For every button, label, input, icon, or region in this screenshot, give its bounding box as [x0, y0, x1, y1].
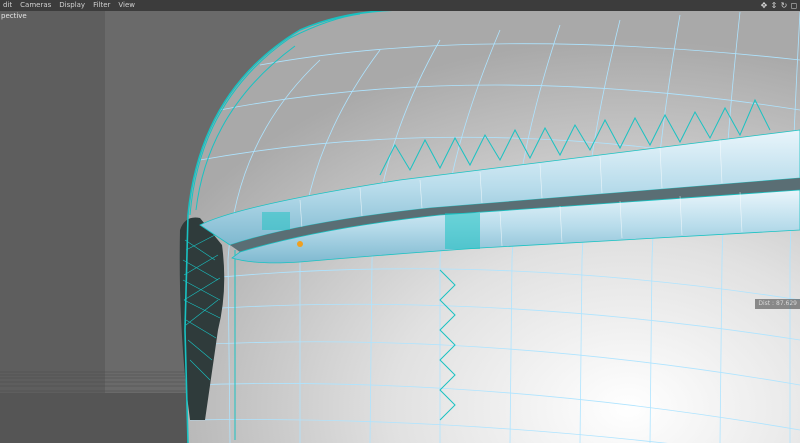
viewport-menubar: dit Cameras Display Filter View ✥ ⇕ ↻ ◻: [0, 0, 800, 11]
maximize-icon[interactable]: ◻: [790, 0, 798, 11]
menu-edit[interactable]: dit: [0, 0, 17, 11]
rotate-icon[interactable]: ↻: [780, 0, 788, 11]
menu-view[interactable]: View: [115, 0, 140, 11]
distance-label: Dist :: [758, 300, 775, 307]
3d-viewport[interactable]: dit Cameras Display Filter View ✥ ⇕ ↻ ◻ …: [0, 0, 800, 443]
menu-display[interactable]: Display: [56, 0, 90, 11]
orange-vertex: [297, 241, 303, 247]
distance-value: 87.629: [776, 300, 797, 307]
menu-filter[interactable]: Filter: [90, 0, 115, 11]
viewport-scene[interactable]: [0, 0, 800, 443]
distance-readout: Dist : 87.629: [755, 299, 800, 309]
ground-shadow: [0, 393, 190, 443]
tube-cap-band-2: [262, 212, 290, 230]
viewport-camera-label: pective: [1, 12, 27, 20]
zoom-icon[interactable]: ⇕: [770, 0, 778, 11]
move-icon[interactable]: ✥: [760, 0, 768, 11]
menu-cameras[interactable]: Cameras: [17, 0, 56, 11]
viewport-nav-icons: ✥ ⇕ ↻ ◻: [760, 0, 798, 11]
tube-cap-band: [445, 213, 480, 249]
